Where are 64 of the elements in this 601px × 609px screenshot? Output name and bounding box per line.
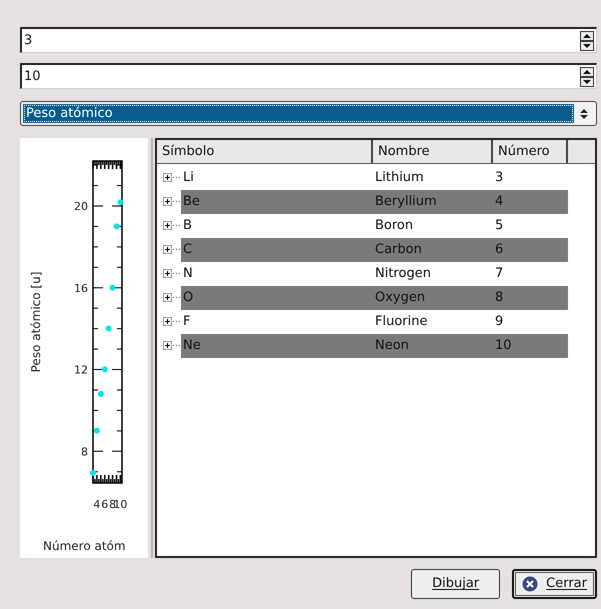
symbol-cell-text: B [182,217,193,236]
data-point [114,223,120,230]
y-tick-label: 20 [74,200,88,213]
tree-row[interactable]: Be Beryllium 4 [181,190,568,214]
expander-icon[interactable] [163,196,181,208]
spin-arrows-icon[interactable] [580,31,594,51]
y-tick-label: 8 [81,445,88,458]
expander-icon[interactable] [163,292,181,304]
data-point [94,428,100,434]
data-point [106,325,112,332]
expander-icon[interactable] [163,244,181,256]
symbol-cell-text: Ne [182,337,202,356]
number-cell-text: 3 [494,169,504,188]
spin-arrows-icon[interactable] [580,67,594,87]
name-cell-text: Lithium [374,169,425,188]
tree-row[interactable]: C Carbon 6 [181,238,568,262]
data-point [98,390,104,397]
data-point [117,199,124,206]
name-cell-text: Fluorine [374,313,428,332]
name-cell-text: Nitrogen [374,265,432,284]
y-axis-label: Peso atómico [u] [29,272,43,372]
expander-icon[interactable] [163,340,181,352]
name-cell-text: Beryllium [374,193,438,212]
number-cell-text: 4 [494,193,504,212]
symbol-cell-text: N [182,265,194,284]
number-cell-text: 6 [494,241,504,260]
column-header[interactable]: Símbolo [157,140,373,163]
symbol-cell-text: C [182,241,194,260]
name-cell-text: Boron [374,217,414,236]
symbol-cell-text: O [182,289,194,308]
column-header[interactable]: Nombre [373,140,493,163]
draw-button[interactable]: Dibujar [411,569,500,599]
x-axis-label: Número atóm [43,539,126,553]
symbol-cell-text: Li [182,169,195,188]
data-point [102,366,108,372]
close-button[interactable]: Cerrar [512,569,597,599]
symbol-cell-text: F [182,313,192,332]
data-point [90,470,96,476]
dropdown-value: Peso atómico [23,104,574,123]
symbol-cell-text: Be [182,193,201,212]
number-cell-text: 8 [494,289,504,308]
tree-row[interactable]: O Oxygen 8 [181,286,568,310]
property-dropdown[interactable]: Peso atómico [20,101,597,126]
name-cell-text: Neon [374,337,410,356]
y-tick-label: 12 [74,364,88,377]
expander-icon[interactable] [163,172,181,184]
expander-icon[interactable] [163,220,181,232]
x-tick-label: 6 [101,498,108,511]
data-point [110,284,116,291]
close-icon [522,576,538,592]
spin-box[interactable]: 3 [20,27,597,53]
spin-box[interactable]: 10 [20,63,597,89]
number-cell-text: 7 [494,265,504,284]
y-tick-label: 16 [74,282,88,295]
number-cell-text: 5 [494,217,504,236]
column-header[interactable]: Número [493,140,568,163]
expander-icon[interactable] [163,268,181,280]
x-tick-label: 4 [93,498,100,511]
number-cell-text: 10 [494,337,513,356]
name-cell-text: Carbon [374,241,423,260]
name-cell-text: Oxygen [374,289,426,308]
number-cell-text: 9 [494,313,504,332]
tree-row[interactable]: Ne Neon 10 [181,334,568,358]
expander-icon[interactable] [163,316,181,328]
